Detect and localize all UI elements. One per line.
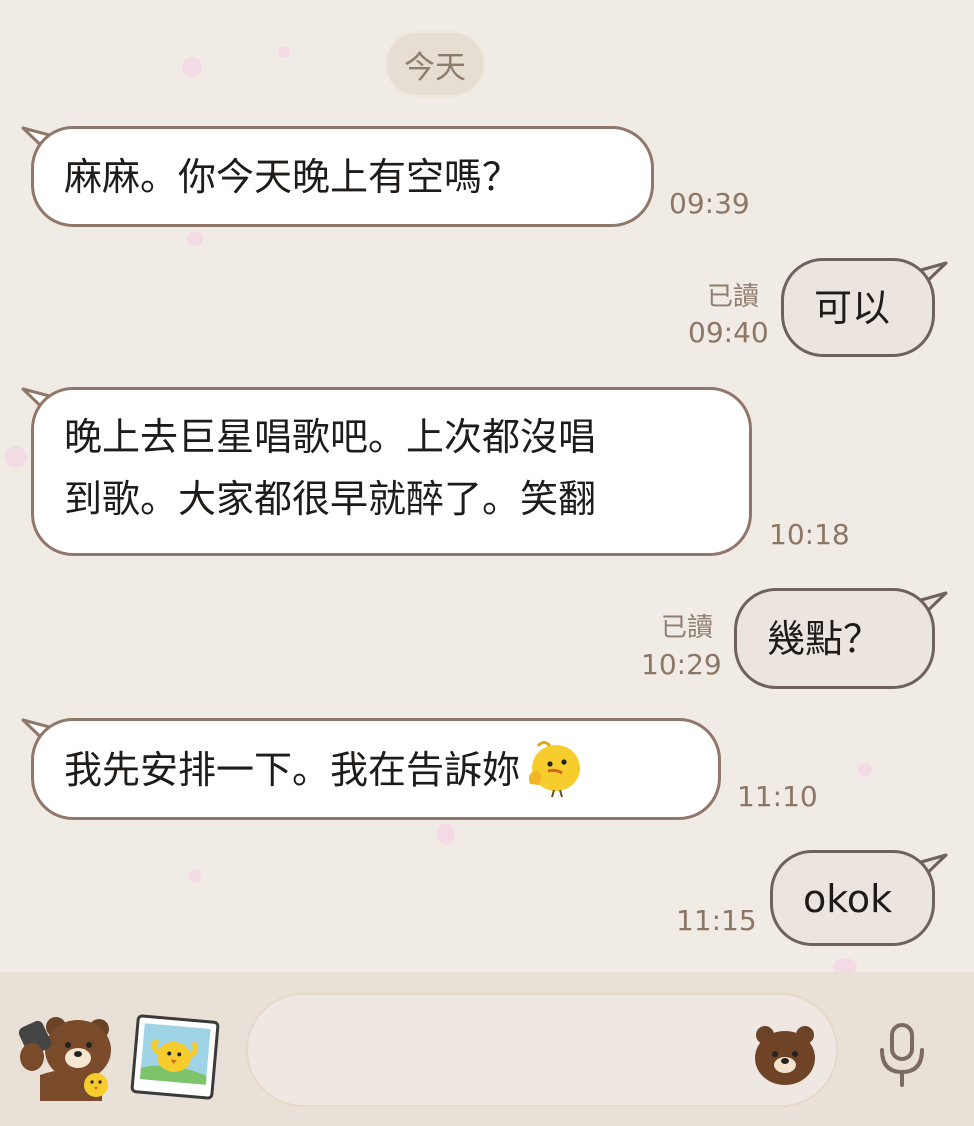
- message-text: 我先安排一下。我在告訴妳: [64, 748, 521, 792]
- message-time: 09:40: [688, 316, 769, 349]
- date-divider: 今天: [385, 31, 485, 97]
- message-time: 10:18: [769, 518, 850, 551]
- message-input[interactable]: [278, 1023, 742, 1081]
- read-receipt: 已讀: [707, 282, 760, 312]
- message-time: 11:15: [676, 904, 757, 937]
- petal-decoration: [187, 232, 203, 246]
- petal-decoration: [858, 763, 872, 777]
- message-bubble-incoming[interactable]: 我先安排一下。我在告訴妳: [31, 718, 721, 820]
- microphone-icon[interactable]: [876, 1022, 928, 1088]
- bear-emoji-icon[interactable]: [752, 1023, 818, 1087]
- brown-bear-sticker-icon[interactable]: [16, 1005, 116, 1103]
- photo-sticker-icon[interactable]: [129, 1013, 221, 1101]
- message-line: 晚上去巨星唱歌吧。上次都沒唱: [64, 415, 597, 459]
- read-receipt: 已讀: [661, 613, 714, 643]
- message-bubble-incoming[interactable]: 麻麻。你今天晚上有空嗎？: [31, 126, 654, 227]
- message-bubble-outgoing[interactable]: 幾點？: [734, 588, 935, 689]
- message-bubble-outgoing[interactable]: 可以: [781, 258, 935, 357]
- message-time: 10:29: [641, 648, 722, 681]
- petal-decoration: [437, 823, 455, 845]
- message-bubble-incoming[interactable]: 晚上去巨星唱歌吧。上次都沒唱 到歌。大家都很早就醉了。笑翻: [31, 387, 752, 556]
- message-time: 11:10: [737, 780, 818, 813]
- petal-decoration: [278, 46, 290, 58]
- petal-decoration: [189, 869, 201, 883]
- message-line: 到歌。大家都很早就醉了。笑翻: [64, 477, 597, 521]
- message-input-container[interactable]: [246, 993, 838, 1107]
- petal-decoration: [182, 57, 202, 77]
- message-time: 09:39: [669, 187, 750, 220]
- thinking-chick-emoji-icon: [528, 740, 581, 797]
- petal-decoration: [5, 446, 27, 468]
- message-bubble-outgoing[interactable]: okok: [770, 850, 935, 946]
